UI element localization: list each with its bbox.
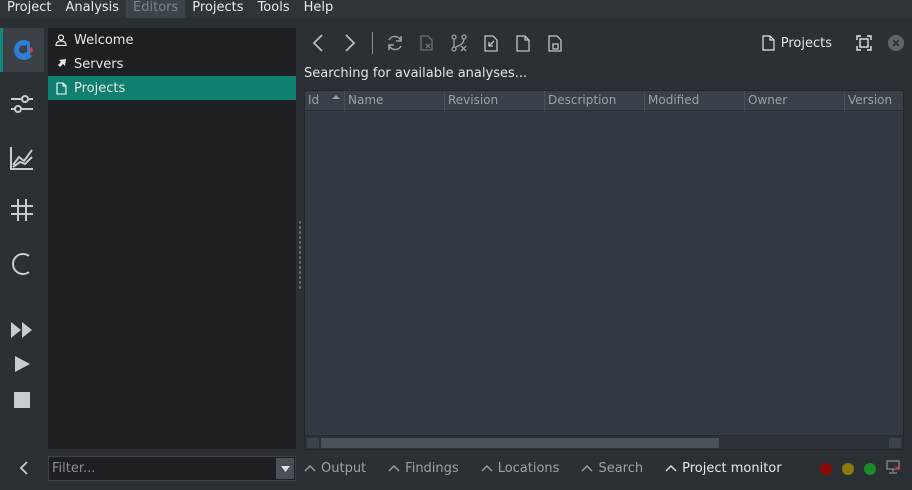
menu-editors[interactable]: Editors <box>126 0 186 18</box>
status-green-indicator <box>864 463 876 475</box>
refresh-icon <box>388 35 402 51</box>
column-header-revision[interactable]: Revision <box>445 91 545 111</box>
app-logo-icon <box>13 40 33 60</box>
import-project-button[interactable] <box>475 28 507 58</box>
nav-item-label: Welcome <box>74 32 134 48</box>
stop-button[interactable] <box>0 378 44 422</box>
chevron-right-icon <box>345 34 356 52</box>
mode-sidebar <box>0 28 44 490</box>
search-pane-button[interactable]: Search <box>581 461 643 476</box>
sliders-icon <box>11 95 33 113</box>
fast-forward-icon <box>11 322 32 338</box>
chevron-up-icon <box>388 465 400 472</box>
filter-field <box>48 456 296 481</box>
plug-icon <box>54 57 68 71</box>
branch-button[interactable] <box>443 28 475 58</box>
nav-item-label: Servers <box>74 56 124 72</box>
table-body <box>305 111 903 441</box>
chevron-left-icon <box>19 461 28 475</box>
locations-pane-button[interactable]: Locations <box>481 461 559 476</box>
projects-view-label: Projects <box>780 35 832 51</box>
scrollbar-thumb[interactable] <box>321 438 719 448</box>
mode-metrics-button[interactable] <box>0 136 44 180</box>
forward-button[interactable] <box>334 28 366 58</box>
document-new-icon <box>515 34 530 52</box>
column-header-owner[interactable]: Owner <box>745 91 845 111</box>
document-export-icon <box>547 34 562 52</box>
chevron-up-icon <box>481 465 493 472</box>
column-header-description[interactable]: Description <box>545 91 645 111</box>
table-header: Id Name Revision Description Modified Ow… <box>305 91 903 111</box>
nav-item-welcome[interactable]: Welcome <box>48 28 296 52</box>
menu-project[interactable]: Project <box>0 0 58 18</box>
user-icon <box>54 33 68 47</box>
document-icon <box>762 35 775 51</box>
mode-cycle-button[interactable] <box>0 242 44 286</box>
maximize-button[interactable] <box>848 28 880 58</box>
filter-input[interactable] <box>49 457 276 480</box>
document-remove-icon <box>420 35 433 51</box>
maximize-icon <box>856 35 872 51</box>
refresh-arc-icon <box>12 253 30 275</box>
mode-settings-button[interactable] <box>0 82 44 126</box>
chevron-up-icon <box>304 465 316 472</box>
refresh-button[interactable] <box>379 28 411 58</box>
branch-icon <box>451 34 467 52</box>
project-monitor-pane-button[interactable]: Project monitor <box>665 461 782 476</box>
stop-icon <box>14 392 30 408</box>
document-import-icon <box>483 34 498 52</box>
chevron-left-icon <box>312 34 323 52</box>
status-red-indicator <box>820 463 832 475</box>
panel-splitter-handle[interactable] <box>298 220 302 290</box>
horizontal-scrollbar[interactable] <box>305 435 903 449</box>
mode-hash-button[interactable] <box>0 188 44 232</box>
analyses-table: Id Name Revision Description Modified Ow… <box>304 90 904 450</box>
column-header-name[interactable]: Name <box>345 91 445 111</box>
output-pane-button[interactable]: Output <box>304 461 366 476</box>
nav-item-projects[interactable]: Projects <box>48 76 296 100</box>
chevron-up-icon <box>581 465 593 472</box>
status-yellow-indicator <box>842 463 854 475</box>
mode-welcome-button[interactable] <box>0 28 44 72</box>
collapse-sidebar-button[interactable] <box>14 458 34 478</box>
column-header-id[interactable]: Id <box>305 91 345 111</box>
scroll-right-button[interactable] <box>889 438 901 448</box>
menu-bar: Project Analysis Editors Projects Tools … <box>0 0 912 18</box>
menu-help[interactable]: Help <box>297 0 341 18</box>
play-icon <box>15 356 30 372</box>
close-icon <box>888 35 904 51</box>
chevron-up-icon <box>665 465 677 472</box>
nav-item-label: Projects <box>74 80 126 96</box>
hash-icon <box>11 199 33 221</box>
column-header-modified[interactable]: Modified <box>645 91 745 111</box>
new-project-button[interactable] <box>507 28 539 58</box>
status-indicators <box>810 460 900 478</box>
findings-pane-button[interactable]: Findings <box>388 461 459 476</box>
remove-project-button[interactable] <box>411 28 443 58</box>
scroll-left-button[interactable] <box>307 438 319 448</box>
navigation-panel: Welcome Servers Projects <box>48 28 296 449</box>
projects-toolbar: Projects <box>302 28 912 58</box>
document-icon <box>54 81 68 95</box>
projects-view-selector[interactable]: Projects <box>762 35 832 51</box>
toolbar-separator <box>372 32 373 54</box>
nav-item-servers[interactable]: Servers <box>48 52 296 76</box>
close-button[interactable] <box>880 28 912 58</box>
chart-icon <box>10 147 33 170</box>
menu-analysis[interactable]: Analysis <box>58 0 126 18</box>
export-project-button[interactable] <box>539 28 571 58</box>
menu-tools[interactable]: Tools <box>251 0 297 18</box>
network-status-icon[interactable] <box>886 460 900 478</box>
sort-ascending-icon <box>332 95 340 99</box>
output-pane-bar: Output Findings Locations Search Project… <box>304 458 804 478</box>
back-button[interactable] <box>302 28 334 58</box>
menu-projects[interactable]: Projects <box>185 0 250 18</box>
status-message: Searching for available analyses... <box>304 66 528 81</box>
chevron-down-icon <box>280 465 290 472</box>
column-header-version[interactable]: Version <box>845 91 903 111</box>
filter-dropdown-button[interactable] <box>276 458 294 479</box>
